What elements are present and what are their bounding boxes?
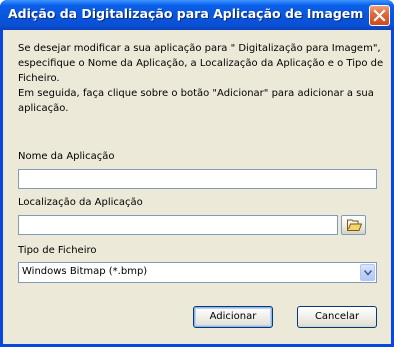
file-type-label: Tipo de Ficheiro bbox=[18, 245, 97, 256]
file-type-dropdown-button[interactable] bbox=[360, 264, 375, 281]
app-location-input[interactable] bbox=[18, 215, 338, 235]
app-location-label: Localização da Aplicação bbox=[18, 197, 143, 208]
app-name-label: Nome da Aplicação bbox=[18, 151, 115, 162]
file-type-select[interactable]: Windows Bitmap (*.bmp) bbox=[18, 262, 377, 283]
instructions-text: Se desejar modificar a sua aplicação par… bbox=[18, 41, 386, 116]
window-title: Adição da Digitalização para Aplicação d… bbox=[8, 6, 364, 21]
cancel-button[interactable]: Cancelar bbox=[297, 306, 377, 328]
dialog-body: Se desejar modificar a sua aplicação par… bbox=[3, 30, 391, 344]
instructions-line: Em seguida, faça clique sobre o botão "A… bbox=[18, 88, 374, 99]
close-icon bbox=[373, 9, 386, 22]
app-name-input[interactable] bbox=[18, 169, 377, 189]
browse-button[interactable] bbox=[341, 215, 366, 235]
instructions-line: especifique o Nome da Aplicação, a Local… bbox=[18, 58, 384, 69]
dialog-window: Adição da Digitalização para Aplicação d… bbox=[0, 0, 394, 347]
close-button[interactable] bbox=[369, 5, 390, 26]
title-bar[interactable]: Adição da Digitalização para Aplicação d… bbox=[0, 0, 394, 30]
instructions-line: aplicação. bbox=[18, 103, 69, 114]
folder-open-icon bbox=[347, 219, 362, 231]
file-type-selected-value: Windows Bitmap (*.bmp) bbox=[22, 266, 148, 277]
instructions-line: Se desejar modificar a sua aplicação par… bbox=[18, 43, 381, 54]
chevron-down-icon bbox=[364, 270, 372, 276]
add-button[interactable]: Adicionar bbox=[193, 306, 273, 328]
instructions-line: Ficheiro. bbox=[18, 73, 60, 84]
